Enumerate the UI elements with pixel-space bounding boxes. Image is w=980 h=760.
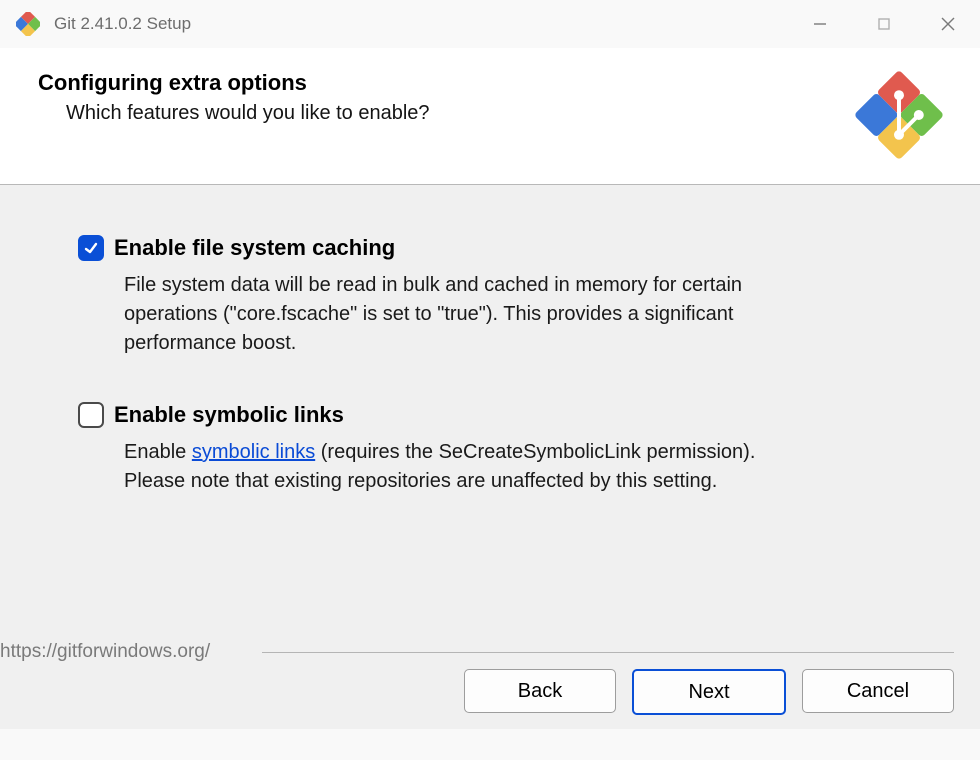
- cancel-button[interactable]: Cancel: [802, 669, 954, 713]
- option-symlinks-desc: Enable symbolic links (requires the SeCr…: [124, 438, 810, 496]
- wizard-footer: https://gitforwindows.org/ Back Next Can…: [0, 637, 980, 729]
- wizard-body: Enable file system caching File system d…: [0, 185, 980, 637]
- window-title: Git 2.41.0.2 Setup: [54, 14, 788, 34]
- symlinks-desc-pre: Enable: [124, 441, 192, 463]
- page-subheading: Which features would you like to enable?: [38, 102, 430, 125]
- symbolic-links-link[interactable]: symbolic links: [192, 441, 315, 463]
- footer-divider: [262, 652, 954, 653]
- titlebar: Git 2.41.0.2 Setup: [0, 0, 980, 48]
- next-button[interactable]: Next: [632, 669, 786, 715]
- button-row: Back Next Cancel: [464, 669, 954, 715]
- page-heading: Configuring extra options: [38, 70, 430, 96]
- option-symlinks-label[interactable]: Enable symbolic links: [114, 402, 344, 428]
- option-symlinks: Enable symbolic links Enable symbolic li…: [78, 402, 940, 496]
- back-button[interactable]: Back: [464, 669, 616, 713]
- footer-url: https://gitforwindows.org/: [0, 641, 220, 663]
- git-logo-icon: [854, 70, 944, 160]
- option-fscache-desc: File system data will be read in bulk an…: [124, 271, 810, 358]
- option-fscache: Enable file system caching File system d…: [78, 235, 940, 358]
- close-button[interactable]: [916, 0, 980, 48]
- git-app-icon: [16, 12, 40, 36]
- minimize-button[interactable]: [788, 0, 852, 48]
- maximize-button[interactable]: [852, 0, 916, 48]
- option-fscache-label[interactable]: Enable file system caching: [114, 235, 395, 261]
- wizard-header: Configuring extra options Which features…: [0, 48, 980, 185]
- checkbox-symlinks[interactable]: [78, 402, 104, 428]
- checkbox-fscache[interactable]: [78, 235, 104, 261]
- window-controls: [788, 0, 980, 48]
